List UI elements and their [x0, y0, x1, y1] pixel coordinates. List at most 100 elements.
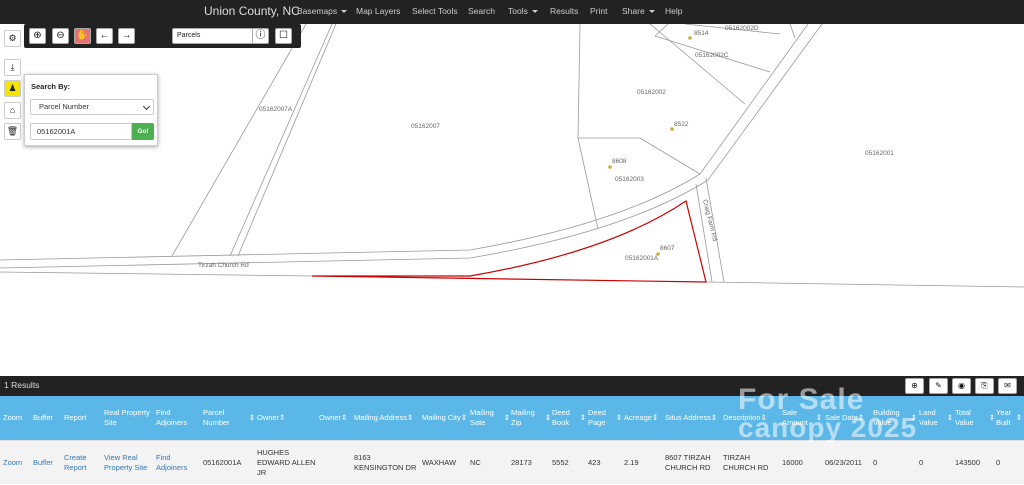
table-cell: 0: [919, 458, 924, 467]
column-header: Buffer: [33, 413, 53, 422]
sort-icon[interactable]: ⇕: [947, 413, 953, 423]
caret-down-icon: [648, 10, 655, 14]
column-header[interactable]: Owner ⇕: [257, 396, 317, 440]
zoom-out-icon: ⊖: [56, 30, 65, 41]
address-label: 8514: [694, 30, 709, 37]
sort-icon[interactable]: ⇕: [616, 413, 622, 423]
table-cell[interactable]: Zoom: [3, 441, 31, 485]
sort-icon[interactable]: ⇕: [504, 413, 510, 423]
sort-icon[interactable]: ⇕: [580, 413, 586, 423]
search-input[interactable]: 05162001A: [30, 123, 132, 140]
results-table: Zoom Buffer Report Real Property Site Find A…: [0, 396, 1024, 484]
identify-button[interactable]: ⓘ: [252, 28, 269, 44]
go-button[interactable]: Go!: [132, 123, 154, 140]
road-edge: [705, 281, 1024, 288]
table-cell: TIRZAH CHURCH RD: [723, 453, 769, 472]
nav-print[interactable]: Print: [590, 6, 607, 16]
column-header[interactable]: Mailing Zip ⇕: [511, 396, 551, 440]
column-header[interactable]: Mailing Address ⇕: [354, 396, 420, 440]
column-header[interactable]: Deed Page ⇕: [588, 396, 622, 440]
previous-extent-button[interactable]: ←: [96, 28, 113, 44]
column-header[interactable]: Mailing Sate ⇕: [470, 396, 510, 440]
table-cell[interactable]: View Real Property Site: [104, 441, 154, 485]
zoom-out-button[interactable]: ⊖: [52, 28, 69, 44]
column-header[interactable]: Situs Address ⇕: [665, 396, 721, 440]
sort-icon[interactable]: ⇕: [249, 413, 255, 423]
column-header: Report: [64, 413, 87, 422]
table-cell[interactable]: Find Adjoiners: [156, 441, 200, 485]
home-button[interactable]: ⌂: [4, 102, 21, 119]
column-header[interactable]: Sale Amount ⇕: [782, 396, 822, 440]
parcel-line: [577, 24, 581, 139]
sort-icon[interactable]: ⇕: [989, 413, 995, 423]
sort-icon[interactable]: ⇕: [279, 413, 285, 423]
next-extent-button[interactable]: →: [118, 28, 135, 44]
sort-icon[interactable]: ⇕: [341, 413, 347, 423]
column-header[interactable]: Deed Book ⇕: [552, 396, 586, 440]
column-header[interactable]: Parcel Number ⇕: [203, 396, 255, 440]
address-label: 8608: [612, 158, 627, 165]
table-row[interactable]: Zoom Buffer Create Report View Real Propert…: [0, 440, 1024, 484]
table-cell: HUGHES EDWARD ALLEN JR: [257, 448, 316, 477]
home-icon: ⌂: [9, 105, 16, 115]
zoom-in-icon: ⊕: [911, 381, 918, 390]
locate-button[interactable]: ◉: [952, 378, 971, 394]
parcel-line: [577, 137, 599, 230]
nav-results[interactable]: Results: [550, 6, 578, 16]
column-header[interactable]: Building Value ⇕: [873, 396, 917, 440]
pan-button[interactable]: ✋: [74, 28, 91, 44]
sort-icon[interactable]: ⇕: [816, 413, 822, 423]
sort-icon[interactable]: ⇕: [461, 413, 467, 423]
parcel-label: 05162002D: [725, 25, 759, 32]
zoom-to-results-button[interactable]: ⊕: [905, 378, 924, 394]
search-panel-button[interactable]: ♟: [4, 80, 21, 97]
select-box-button[interactable]: ☐: [275, 28, 292, 44]
sort-icon[interactable]: ⇕: [911, 413, 917, 423]
sort-icon[interactable]: ⇕: [858, 413, 864, 423]
caret-down-icon: [341, 10, 348, 14]
sort-icon[interactable]: ⇕: [407, 413, 413, 423]
pan-hand-icon: ✋: [76, 30, 89, 41]
parcel-label: 05162001A: [625, 255, 659, 262]
table-header: Zoom Buffer Report Real Property Site Find A…: [0, 396, 1024, 440]
column-header: Real Property Site: [104, 408, 150, 427]
column-header[interactable]: Mailing City ⇕: [422, 396, 468, 440]
parcel-label: 05162002: [637, 89, 666, 96]
column-header[interactable]: Total Value ⇕: [955, 396, 995, 440]
nav-map-layers[interactable]: Map Layers: [356, 6, 400, 16]
top-navbar: Union County, NC Basemaps Map Layers Sel…: [0, 0, 1024, 24]
map-toolbar: ⊕ ⊖ ✋ ← → Parcels ⓘ ☐: [24, 24, 301, 48]
info-icon: ⓘ: [255, 30, 266, 41]
nav-tools[interactable]: Tools: [508, 6, 538, 16]
column-header[interactable]: Sale Date ⇕: [825, 396, 871, 440]
nav-help[interactable]: Help: [665, 6, 682, 16]
download-button[interactable]: ⤓: [4, 59, 21, 76]
settings-button[interactable]: ⚙: [4, 30, 21, 47]
column-header[interactable]: Acreage ⇕: [624, 396, 664, 440]
nav-basemaps[interactable]: Basemaps: [297, 6, 348, 16]
sort-icon[interactable]: ⇕: [545, 413, 551, 423]
table-cell: 143500: [955, 458, 981, 467]
column-header[interactable]: Owner ⇕: [319, 396, 352, 440]
sort-icon[interactable]: ⇕: [761, 413, 767, 423]
email-button[interactable]: ✉: [998, 378, 1017, 394]
sort-icon[interactable]: ⇕: [652, 413, 658, 423]
column-header[interactable]: Land Value ⇕: [919, 396, 953, 440]
zoom-in-button[interactable]: ⊕: [29, 28, 46, 44]
nav-search[interactable]: Search: [468, 6, 495, 16]
nav-share[interactable]: Share: [622, 6, 655, 16]
column-header[interactable]: Year Built ⇕: [996, 396, 1022, 440]
table-cell[interactable]: Buffer: [33, 441, 61, 485]
app-title[interactable]: Union County, NC: [204, 4, 300, 18]
nav-select-tools[interactable]: Select Tools: [412, 6, 458, 16]
search-type-select[interactable]: Parcel Number: [30, 99, 154, 115]
column-header[interactable]: Description ⇕: [723, 396, 779, 440]
parcel-line: [578, 137, 701, 175]
clear-button[interactable]: 🗑: [4, 123, 21, 140]
export-button[interactable]: ⎘: [975, 378, 994, 394]
table-cell[interactable]: Create Report: [64, 441, 102, 485]
sort-icon[interactable]: ⇕: [1016, 413, 1022, 423]
measure-button[interactable]: ✎: [929, 378, 948, 394]
results-bar: 1 Results ⊕ ✎ ◉ ⎘ ✉: [0, 376, 1024, 396]
sort-icon[interactable]: ⇕: [711, 413, 717, 423]
